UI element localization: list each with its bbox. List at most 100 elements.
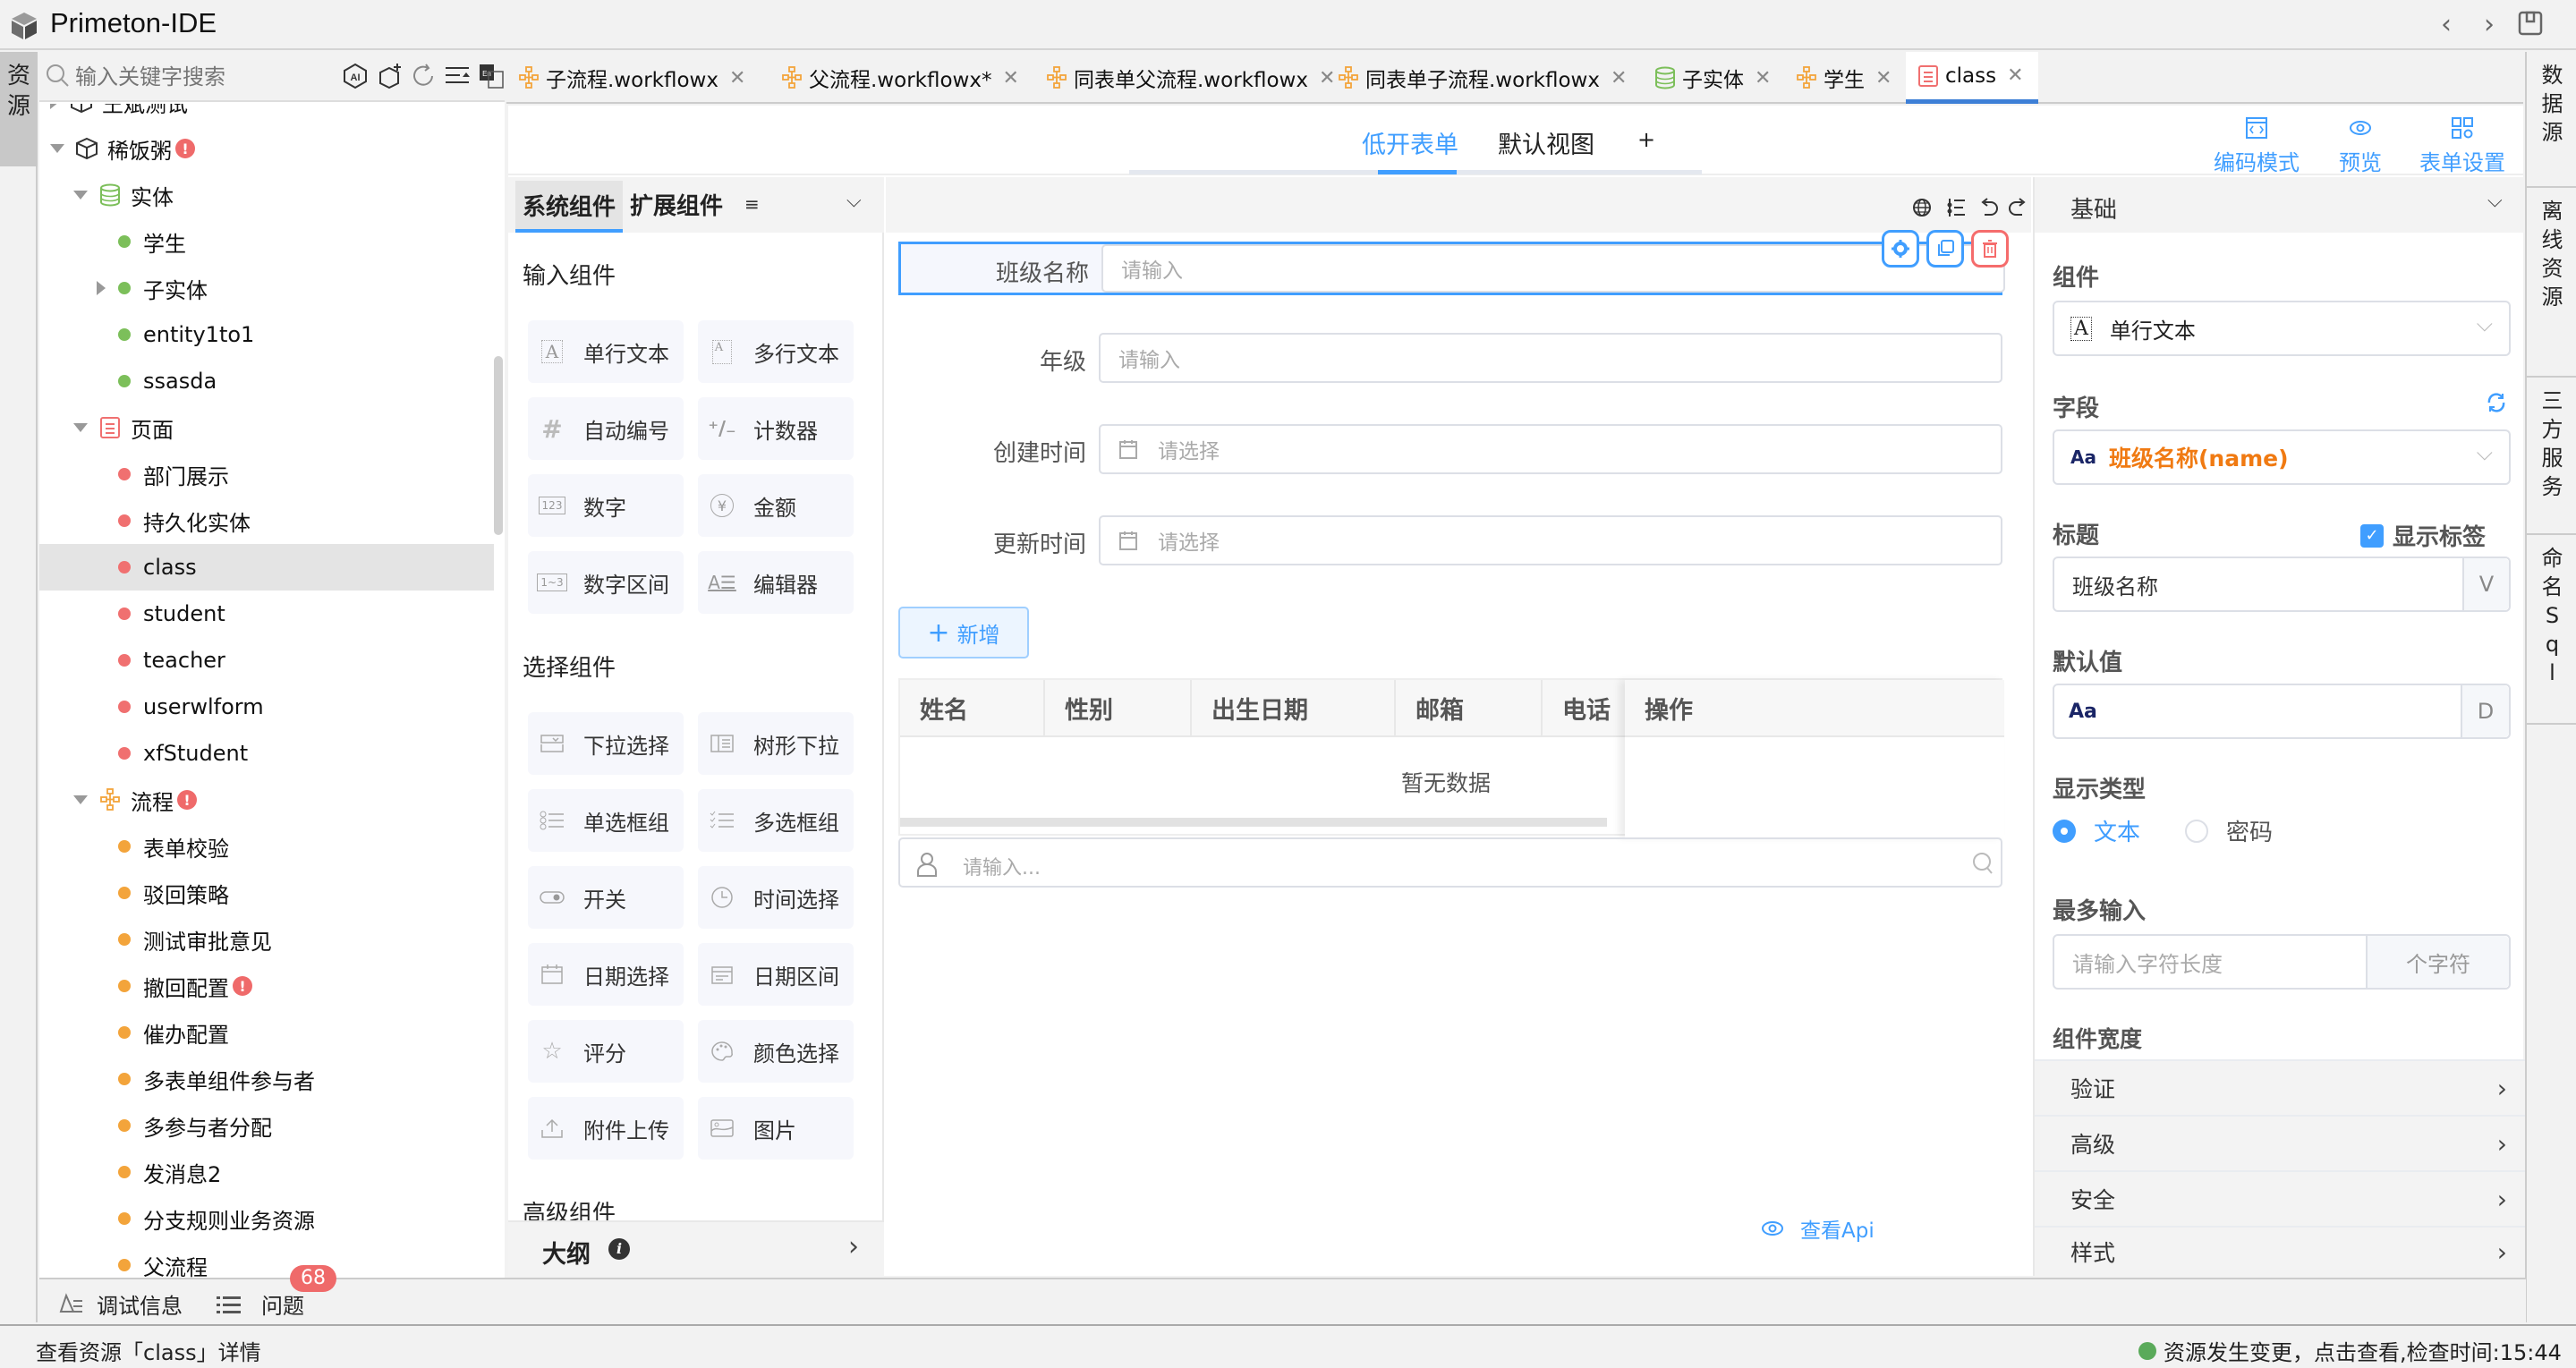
language-icon[interactable]: En [478,63,505,89]
palette-item[interactable]: ¥ 金额 [698,474,854,537]
editor-tab[interactable]: 同表单子流程.workflowx ✕ [1326,52,1643,104]
group-security[interactable]: 安全 › [2035,1170,2525,1226]
column-header[interactable]: 性别 [1045,680,1192,737]
default-value-expression-button[interactable]: D [2461,685,2509,737]
tree-item[interactable]: 催办配置 [39,1009,494,1056]
palette-item[interactable]: 颜色选择 [698,1020,854,1083]
palette-item[interactable]: A☰ 编辑器 [698,551,854,614]
tab-low-code-form[interactable]: 低开表单 [1362,125,1458,160]
copy-field-button[interactable] [1926,230,1964,268]
tab-default-view[interactable]: 默认视图 [1498,125,1594,160]
form-settings-button[interactable]: 表单设置 [2419,116,2505,176]
close-icon[interactable]: ✕ [1611,67,1627,89]
palette-item[interactable]: 树形下拉 [698,712,854,775]
close-icon[interactable]: ✕ [1875,67,1892,89]
palette-item[interactable]: 123 数字 [528,474,684,537]
right-strip-tab[interactable]: 离线资源 [2527,188,2576,378]
right-strip-tab[interactable]: 三方服务 [2527,378,2576,535]
expand-caret-icon[interactable] [50,104,59,109]
outline-bar[interactable]: 大纲 i › [508,1220,884,1276]
collapse-caret-icon[interactable] [50,144,64,153]
tree-item[interactable]: 流程! [39,777,494,823]
nav-forward-icon[interactable]: › [2484,9,2495,40]
close-icon[interactable]: ✕ [729,67,745,89]
palette-item[interactable]: A 多行文本 [698,320,854,383]
editor-tab[interactable]: 子流程.workflowx ✕ [506,52,769,104]
palette-item[interactable]: # 自动编号 [528,397,684,460]
close-icon[interactable]: ✕ [2007,64,2023,87]
right-strip-tab[interactable]: 数据源 [2527,52,2576,188]
palette-item[interactable]: 图片 [698,1097,854,1160]
tab-problems[interactable]: 问题 [217,1288,304,1320]
tree-item[interactable]: 表单校验 [39,823,494,870]
palette-item[interactable]: 日期选择 [528,943,684,1006]
tree-item[interactable]: 学生 [39,218,494,265]
title-input[interactable]: 班级名称 V [2053,557,2511,612]
nav-back-icon[interactable]: ‹ [2441,9,2452,40]
grade-input[interactable]: 请输入 [1099,333,2002,383]
right-strip-tab[interactable]: 命名Sql [2527,535,2576,725]
outline-tree-icon[interactable] [1945,197,1967,218]
collapse-all-icon[interactable] [444,63,471,89]
view-api-link[interactable]: 查看Api [1761,1213,1875,1244]
explorer-search-input[interactable] [75,59,370,95]
editor-tab[interactable]: 父流程.workflowx* ✕ [769,52,1034,104]
tree-item[interactable]: 发消息2 [39,1149,494,1195]
preview-button[interactable]: 预览 [2339,116,2382,176]
tree-item[interactable]: 部门展示 [39,451,494,497]
expand-caret-icon[interactable] [97,281,106,295]
subtable-search[interactable]: 请输入... [898,837,2002,888]
tree-item[interactable]: student [39,591,494,637]
tree-item[interactable]: 稀饭粥! [39,125,494,172]
group-style[interactable]: 样式 › [2035,1226,2525,1276]
display-type-radio-password[interactable]: 密码 [2185,814,2273,847]
redo-icon[interactable] [2008,197,2029,218]
table-horizontal-scrollbar[interactable] [900,818,1607,827]
chevron-down-icon[interactable]: ⌵ [846,190,862,212]
tree-item[interactable]: 多参与者分配 [39,1102,494,1149]
delete-field-button[interactable] [1971,230,2009,268]
group-advanced[interactable]: 高级 › [2035,1115,2525,1170]
display-type-radio-text[interactable]: 文本 [2053,814,2140,847]
editor-tab[interactable]: 子实体 ✕ [1643,52,1784,104]
default-value-input[interactable]: Aa D [2053,684,2511,739]
palette-item[interactable]: ⁺∕₋ 计数器 [698,397,854,460]
max-input-field[interactable]: 请输入字符长度 个字符 [2053,934,2511,990]
palette-item[interactable]: 1~3 数字区间 [528,551,684,614]
palette-item[interactable]: 附件上传 [528,1097,684,1160]
palette-item[interactable]: 日期区间 [698,943,854,1006]
palette-item[interactable]: ☆ 评分 [528,1020,684,1083]
editor-tab[interactable]: 同表单父流程.workflowx ✕ [1034,52,1335,104]
globe-icon[interactable] [1911,197,1933,218]
code-mode-button[interactable]: 编码模式 [2214,116,2300,176]
tree-scrollbar[interactable] [494,356,503,535]
column-header[interactable]: 姓名 [900,680,1045,737]
close-icon[interactable]: ✕ [1002,67,1018,89]
add-view-button[interactable]: + [1637,127,1655,152]
title-variable-button[interactable]: V [2462,558,2509,610]
updated-time-picker[interactable]: 请选择 [1099,515,2002,565]
editor-tab[interactable]: 学生 ✕ [1784,52,1906,104]
sync-icon[interactable] [2486,392,2507,413]
palette-item[interactable]: A 单行文本 [528,320,684,383]
created-time-picker[interactable]: 请选择 [1099,424,2002,474]
save-icon[interactable] [2518,11,2543,36]
tree-item[interactable]: 分支规则业务资源 [39,1195,494,1242]
chevron-right-icon[interactable]: › [848,1231,859,1262]
undo-icon[interactable] [1977,197,1999,218]
tree-item[interactable]: teacher [39,637,494,684]
tree-item[interactable]: userwlform [39,684,494,730]
palette-item[interactable]: 下拉选择 [528,712,684,775]
form-field-class-name[interactable]: 班级名称 请输入 [898,230,2009,295]
tree-item[interactable]: 多表单组件参与者 [39,1056,494,1102]
editor-tab[interactable]: class ✕ [1906,52,2038,104]
tree-item[interactable]: 页面 [39,404,494,451]
tree-item[interactable]: 父流程 [39,1242,494,1278]
tree-item[interactable]: 王斌测试 [39,104,494,125]
tab-debug-info[interactable]: 调试信息 [57,1288,183,1320]
tree-item[interactable]: 实体 [39,172,494,218]
properties-header[interactable]: 基础 ⌵ [2035,177,2525,233]
search-icon[interactable] [1972,852,1994,875]
resource-change-notice[interactable]: 资源发生变更，点击查看,检查时间:15:44 [2138,1335,2562,1366]
tree-item[interactable]: 持久化实体 [39,497,494,544]
